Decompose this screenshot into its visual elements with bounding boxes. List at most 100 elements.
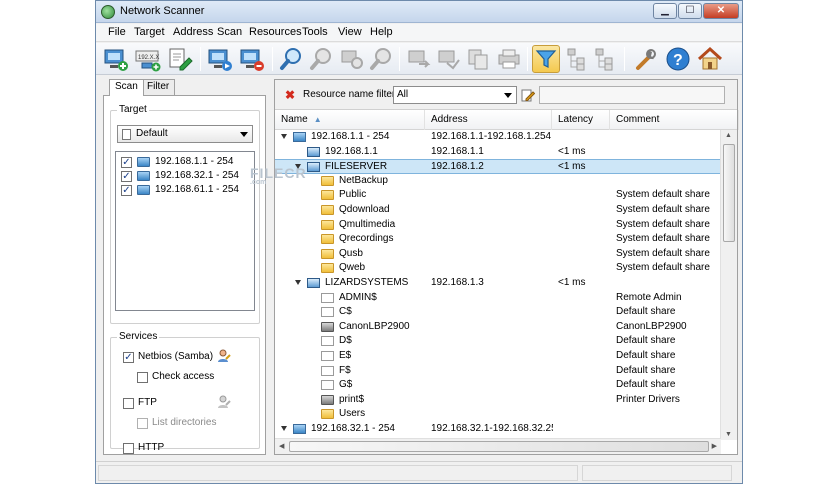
- tree-row[interactable]: G$ Default share: [275, 378, 721, 393]
- tree-row[interactable]: F$ Default share: [275, 364, 721, 379]
- filter-text-input[interactable]: [539, 86, 725, 104]
- maximize-button[interactable]: ☐: [678, 3, 702, 19]
- find-computer-icon[interactable]: [338, 45, 366, 73]
- title-bar[interactable]: Network Scanner ▁ ☐ ✕: [96, 1, 742, 23]
- tree-row[interactable]: Qweb System default share: [275, 261, 721, 276]
- tab-filter[interactable]: Filter: [141, 79, 176, 95]
- target-list[interactable]: ✓ 192.168.1.1 - 254 ✓ 192.168.32.1 - 254…: [115, 151, 255, 311]
- menu-file[interactable]: File: [108, 26, 126, 38]
- menu-bar: File Target Address Scan Resources Tools…: [96, 24, 742, 42]
- menu-address[interactable]: Address: [173, 26, 213, 38]
- tree-row[interactable]: ADMIN$ Remote Admin: [275, 291, 721, 306]
- column-header-address[interactable]: Address: [425, 110, 552, 130]
- tree-row[interactable]: CanonLBP2900 CanonLBP2900: [275, 320, 721, 335]
- vertical-scrollbar[interactable]: ▲ ▼: [720, 130, 737, 440]
- tree-row[interactable]: Qrecordings System default share: [275, 232, 721, 247]
- tree-row[interactable]: Qusb System default share: [275, 247, 721, 262]
- export-selected-icon[interactable]: [435, 45, 463, 73]
- app-window: Network Scanner ▁ ☐ ✕ File Target Addres…: [95, 0, 743, 484]
- tab-scan[interactable]: Scan: [109, 79, 144, 96]
- scroll-left-icon[interactable]: ◀: [279, 442, 284, 450]
- services-group: Services ✓ Netbios (Samba) Check access …: [110, 331, 260, 454]
- list-directories-checkbox[interactable]: [137, 418, 148, 429]
- tree-row[interactable]: Qmultimedia System default share: [275, 218, 721, 233]
- column-header-latency[interactable]: Latency: [552, 110, 610, 130]
- tree-row[interactable]: 192.168.1.1 192.168.1.1 <1 ms: [275, 145, 721, 160]
- tree-row[interactable]: Public System default share: [275, 188, 721, 203]
- column-header-comment[interactable]: Comment: [610, 110, 739, 130]
- edit-filter-icon[interactable]: [521, 88, 536, 102]
- tree-row[interactable]: C$ Default share: [275, 305, 721, 320]
- horizontal-scroll-thumb[interactable]: [289, 441, 709, 452]
- tree-row[interactable]: D$ Default share: [275, 334, 721, 349]
- menu-help[interactable]: Help: [370, 26, 393, 38]
- scroll-right-icon[interactable]: ▶: [712, 442, 717, 450]
- target-list-item[interactable]: ✓ 192.168.1.1 - 254: [119, 155, 251, 170]
- target-checkbox[interactable]: ✓: [121, 157, 132, 168]
- home-icon[interactable]: [696, 45, 724, 73]
- tree-row[interactable]: Users: [275, 407, 721, 422]
- tree-expand-icon[interactable]: [592, 45, 620, 73]
- http-checkbox[interactable]: [123, 443, 134, 454]
- row-name: 192.168.1.1 - 254: [311, 131, 390, 142]
- close-filter-icon[interactable]: ✖: [285, 88, 295, 102]
- target-list-item[interactable]: ✓ 192.168.32.1 - 254: [119, 169, 251, 184]
- minimize-button[interactable]: ▁: [653, 3, 677, 19]
- expand-arrow-icon[interactable]: [295, 280, 301, 285]
- menu-tools[interactable]: Tools: [302, 26, 328, 38]
- row-comment: Remote Admin: [616, 291, 682, 303]
- user-credentials-icon[interactable]: [217, 395, 231, 409]
- check-access-checkbox[interactable]: [137, 372, 148, 383]
- tree-row[interactable]: E$ Default share: [275, 349, 721, 364]
- resource-filter-value: All: [397, 89, 409, 100]
- tree-collapse-icon[interactable]: [564, 45, 592, 73]
- tree-row[interactable]: Qdownload System default share: [275, 203, 721, 218]
- copy-icon[interactable]: [465, 45, 493, 73]
- add-network-icon[interactable]: [102, 45, 130, 73]
- find-share-icon[interactable]: [368, 45, 396, 73]
- menu-scan[interactable]: Scan: [217, 26, 242, 38]
- vertical-scroll-thumb[interactable]: [723, 144, 735, 242]
- horizontal-scrollbar[interactable]: ◀ ▶: [275, 438, 721, 454]
- row-comment: System default share: [616, 218, 710, 230]
- close-button[interactable]: ✕: [703, 3, 739, 19]
- find-icon[interactable]: [278, 45, 306, 73]
- scroll-up-icon[interactable]: ▲: [725, 132, 732, 139]
- target-checkbox[interactable]: ✓: [121, 171, 132, 182]
- tree-row[interactable]: LIZARDSYSTEMS 192.168.1.3 <1 ms: [275, 276, 721, 291]
- row-name: print$: [339, 393, 365, 405]
- svg-text:?: ?: [673, 52, 683, 69]
- expand-arrow-icon[interactable]: [281, 426, 287, 431]
- tree-row[interactable]: 192.168.32.1 - 254 192.168.32.1-192.168.3…: [275, 422, 721, 437]
- row-address: 192.168.32.1-192.168.32.254: [431, 423, 553, 434]
- menu-resources[interactable]: Resources: [249, 26, 302, 38]
- options-icon[interactable]: [632, 45, 660, 73]
- scroll-down-icon[interactable]: ▼: [725, 431, 732, 438]
- tree-row[interactable]: FILESERVER 192.168.1.2 <1 ms: [275, 159, 721, 174]
- scan-icon[interactable]: [206, 45, 234, 73]
- stop-scan-icon[interactable]: [238, 45, 266, 73]
- add-ip-range-icon[interactable]: 192.X.X: [134, 45, 162, 73]
- help-icon[interactable]: ?: [664, 45, 692, 73]
- expand-arrow-icon[interactable]: [281, 134, 287, 139]
- tree-row[interactable]: NetBackup: [275, 174, 721, 189]
- resource-filter-select[interactable]: All: [393, 86, 517, 104]
- user-credentials-icon[interactable]: [217, 349, 231, 363]
- netbios-checkbox[interactable]: ✓: [123, 352, 134, 363]
- edit-target-icon[interactable]: [166, 45, 194, 73]
- menu-target[interactable]: Target: [134, 26, 165, 38]
- filter-icon[interactable]: [532, 45, 560, 73]
- tree-row[interactable]: print$ Printer Drivers: [275, 393, 721, 408]
- menu-view[interactable]: View: [338, 26, 362, 38]
- ftp-checkbox[interactable]: [123, 398, 134, 409]
- export-icon[interactable]: [405, 45, 433, 73]
- row-address: 192.168.1.3: [431, 277, 484, 288]
- tree-row[interactable]: 192.168.1.1 - 254 192.168.1.1-192.168.1.2…: [275, 130, 721, 145]
- column-header-name[interactable]: Name ▲: [275, 110, 425, 130]
- target-list-item[interactable]: ✓ 192.168.61.1 - 254: [119, 183, 251, 198]
- target-checkbox[interactable]: ✓: [121, 185, 132, 196]
- target-preset-select[interactable]: Default: [117, 125, 253, 143]
- find-next-icon[interactable]: [308, 45, 336, 73]
- print-icon[interactable]: [495, 45, 523, 73]
- results-tree[interactable]: 192.168.1.1 - 254 192.168.1.1-192.168.1.2…: [275, 130, 721, 440]
